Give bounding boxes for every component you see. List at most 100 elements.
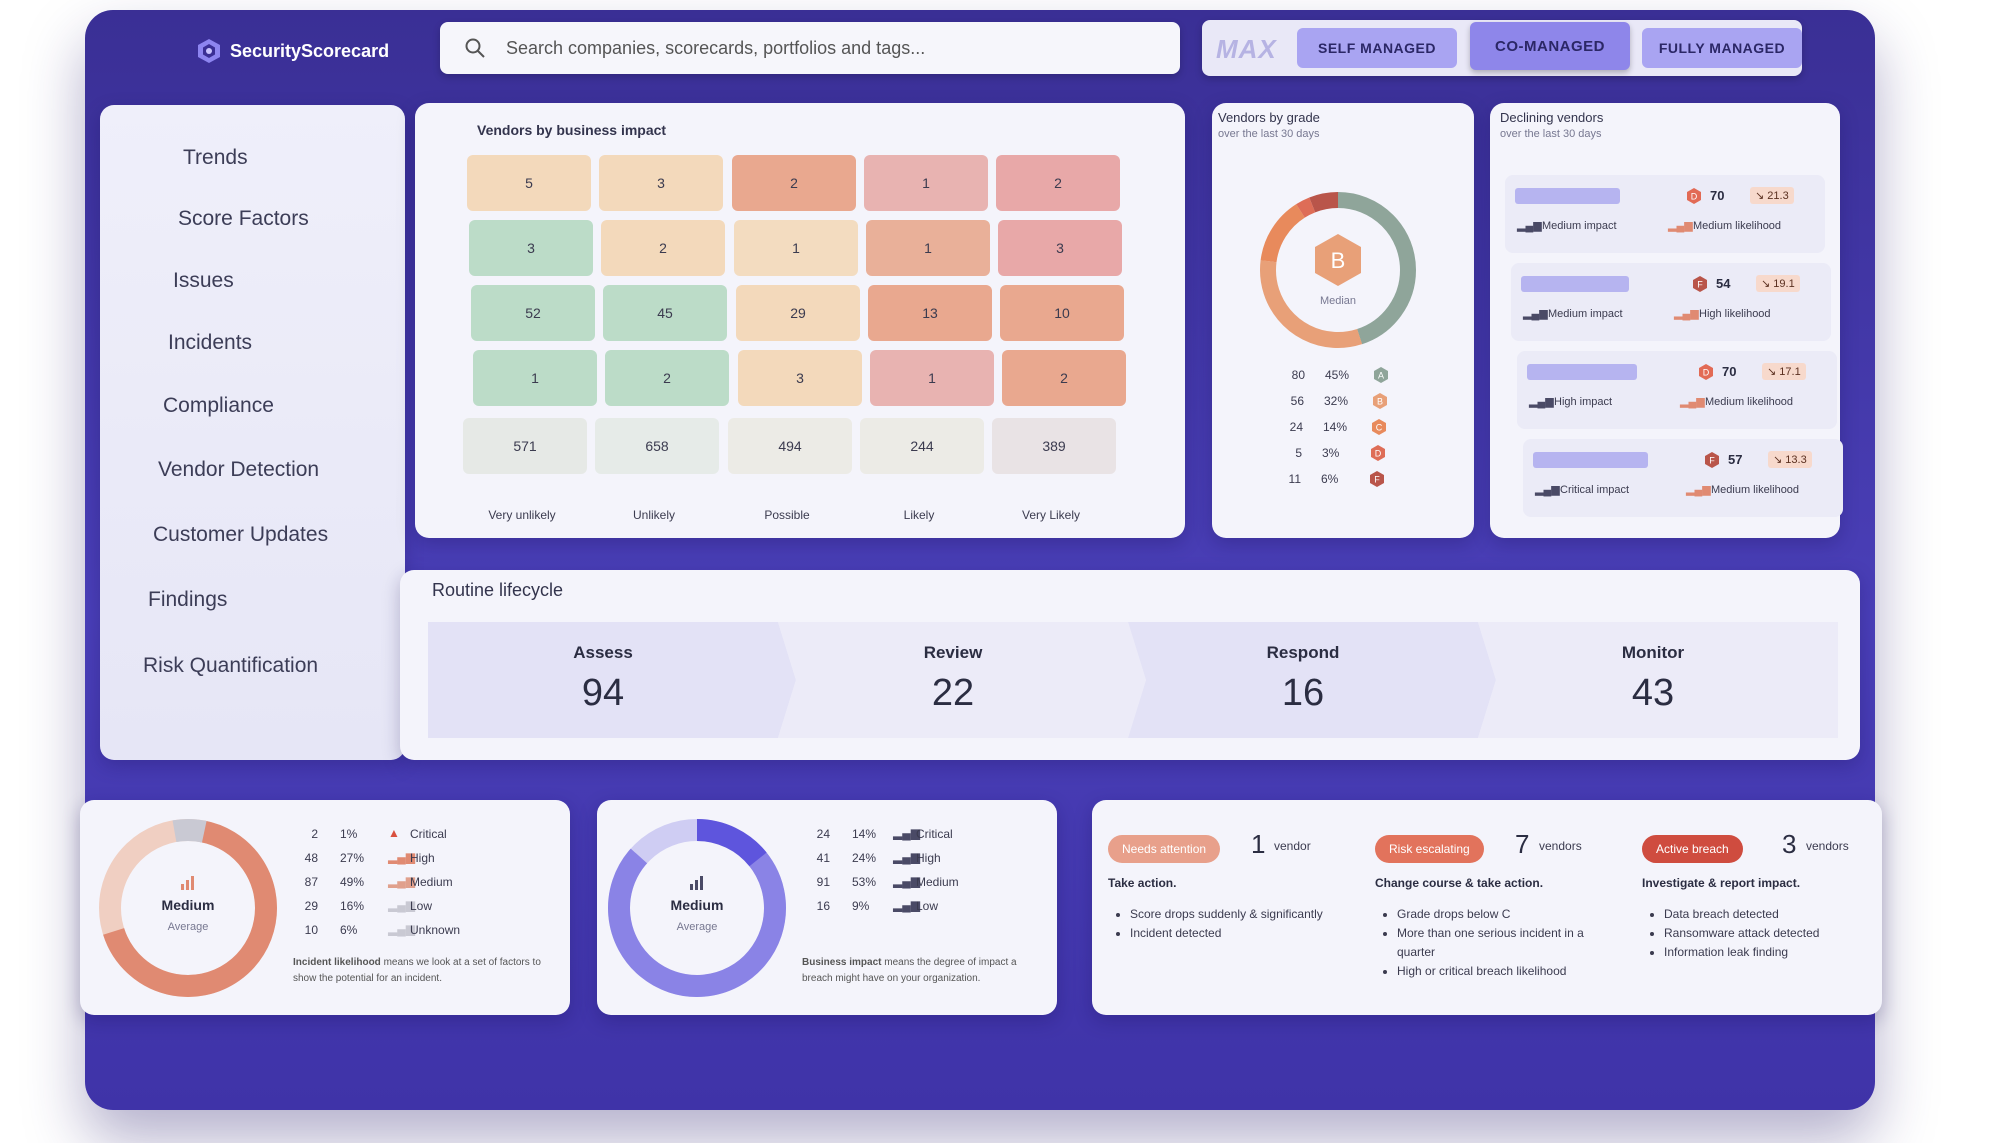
- heatmap-cell[interactable]: 3: [998, 220, 1122, 276]
- service-tier-selector: MAX SELF MANAGED CO-MANAGED FULLY MANAGE…: [1202, 20, 1802, 76]
- heatmap-cell[interactable]: 1: [864, 155, 988, 211]
- likelihood-count: 87: [304, 875, 318, 889]
- vendor-impact: Medium impact: [1548, 308, 1623, 320]
- heatmap-cell[interactable]: 2: [1002, 350, 1126, 406]
- heatmap-cell[interactable]: 2: [601, 220, 725, 276]
- heatmap-cell[interactable]: 3: [469, 220, 593, 276]
- impact-percent: 9%: [852, 899, 870, 913]
- tier-fully-managed-button[interactable]: FULLY MANAGED: [1642, 28, 1802, 68]
- heatmap-column-label: Possible: [764, 508, 810, 522]
- grade-count: 24: [1289, 420, 1303, 434]
- status-unit: vendor: [1274, 839, 1311, 853]
- status-pill[interactable]: Active breach: [1642, 835, 1743, 863]
- sidebar-item-trends[interactable]: Trends: [183, 146, 248, 170]
- heatmap-cell[interactable]: 1: [866, 220, 990, 276]
- heatmap-column-label: Very unlikely: [488, 508, 556, 522]
- sidebar-item-issues[interactable]: Issues: [173, 269, 234, 293]
- impact-count: 41: [816, 851, 830, 865]
- status-pill[interactable]: Risk escalating: [1375, 835, 1484, 863]
- sidebar-item-risk-quantification[interactable]: Risk Quantification: [143, 654, 318, 678]
- sidebar-item-compliance[interactable]: Compliance: [163, 394, 274, 418]
- heatmap-total-cell: 244: [860, 418, 984, 474]
- svg-text:D: D: [1703, 368, 1710, 378]
- grade-donut: B Median: [1260, 192, 1416, 348]
- sidebar-item-incidents[interactable]: Incidents: [168, 331, 252, 355]
- sidebar-item-findings[interactable]: Findings: [148, 588, 227, 612]
- status-pill[interactable]: Needs attention: [1108, 835, 1221, 863]
- grade-count: 11: [1288, 472, 1301, 486]
- search-bar[interactable]: [440, 22, 1180, 74]
- brand-logo[interactable]: SecurityScorecard: [196, 38, 389, 64]
- grade-count: 80: [1291, 368, 1305, 382]
- grade-percent: 32%: [1324, 394, 1349, 408]
- search-input[interactable]: [506, 37, 1126, 59]
- status-bullet-list: Grade drops below CMore than one serious…: [1383, 905, 1618, 981]
- heatmap-cell[interactable]: 1: [734, 220, 858, 276]
- heatmap-cell[interactable]: 3: [599, 155, 723, 211]
- impact-center-sub: Average: [677, 921, 718, 933]
- likelihood-center-sub: Average: [168, 921, 209, 933]
- status-bullet: Grade drops below C: [1397, 905, 1618, 924]
- sidebar-item-vendor-detection[interactable]: Vendor Detection: [158, 458, 319, 482]
- status-vendor-count: 7: [1515, 829, 1530, 859]
- svg-text:D: D: [1375, 449, 1382, 459]
- heatmap-cell[interactable]: 45: [603, 285, 727, 341]
- svg-text:A: A: [1378, 371, 1384, 381]
- status-bullet: Score drops suddenly & significantly: [1130, 905, 1351, 924]
- heatmap-cell[interactable]: 5: [467, 155, 591, 211]
- grade-percent: 45%: [1325, 368, 1350, 382]
- likelihood-note-term: Incident likelihood: [293, 957, 381, 968]
- heatmap-cell[interactable]: 2: [996, 155, 1120, 211]
- heatmap-cell[interactable]: 52: [471, 285, 595, 341]
- status-bullet: Ransomware attack detected: [1664, 924, 1885, 943]
- heatmap-cell[interactable]: 2: [732, 155, 856, 211]
- sidebar-item-score-factors[interactable]: Score Factors: [178, 207, 309, 231]
- svg-text:C: C: [1376, 423, 1383, 433]
- declining-title: Declining vendors: [1500, 110, 1604, 125]
- grade-a-hex-icon: A: [1372, 366, 1390, 384]
- median-label: Median: [1320, 295, 1356, 307]
- brand-mark-icon: [198, 39, 220, 63]
- score-delta-badge: ↘ 13.3: [1768, 451, 1812, 468]
- likelihood-signal-icon: ▂▄▆: [1668, 220, 1693, 232]
- heatmap-cell[interactable]: 3: [738, 350, 862, 406]
- score-delta-badge: ↘ 21.3: [1750, 187, 1794, 204]
- grade-b-hex-icon: B: [1371, 392, 1389, 410]
- heatmap-total-cell: 658: [595, 418, 719, 474]
- vendor-grade-hex-icon: F: [1703, 451, 1721, 469]
- svg-text:F: F: [1709, 456, 1715, 466]
- svg-text:F: F: [1697, 280, 1703, 290]
- heatmap-cell[interactable]: 1: [473, 350, 597, 406]
- impact-label: Critical: [916, 827, 953, 841]
- sidebar-item-customer-updates[interactable]: Customer Updates: [153, 523, 328, 547]
- grade-d-hex-icon: D: [1369, 444, 1387, 462]
- search-icon: [465, 38, 485, 58]
- likelihood-count: 48: [304, 851, 318, 865]
- vendor-impact: High impact: [1554, 396, 1613, 408]
- grade-percent: 3%: [1322, 446, 1340, 460]
- stage-monitor-count: 43: [1631, 672, 1675, 714]
- impact-signal-icon: ▂▄▆: [1535, 484, 1560, 496]
- heatmap-cell[interactable]: 1: [870, 350, 994, 406]
- grade-percent: 14%: [1323, 420, 1348, 434]
- tier-co-managed-button[interactable]: CO-MANAGED: [1470, 22, 1630, 70]
- impact-count: 91: [816, 875, 830, 889]
- status-heading: Investigate & report impact.: [1642, 876, 1801, 890]
- vendor-score: 54: [1716, 276, 1731, 291]
- heatmap-cell[interactable]: 13: [868, 285, 992, 341]
- tier-self-managed-button[interactable]: SELF MANAGED: [1297, 28, 1457, 68]
- status-vendor-count: 1: [1251, 829, 1266, 859]
- impact-count: 16: [816, 899, 830, 913]
- heatmap-cell[interactable]: 29: [736, 285, 860, 341]
- grade-f-hex-icon: F: [1368, 470, 1386, 488]
- heatmap-cell[interactable]: 2: [605, 350, 729, 406]
- impact-signal-icon: ▂▄▆: [1529, 396, 1554, 408]
- likelihood-percent: 6%: [340, 923, 358, 937]
- declining-subtitle: over the last 30 days: [1500, 128, 1602, 140]
- impact-label: Low: [916, 899, 939, 913]
- impact-percent: 53%: [852, 875, 877, 889]
- heatmap-cell[interactable]: 10: [1000, 285, 1124, 341]
- vendor-grade-hex-icon: F: [1691, 275, 1709, 293]
- stage-review-count: 22: [931, 672, 975, 714]
- signal-bars-icon: [690, 876, 703, 890]
